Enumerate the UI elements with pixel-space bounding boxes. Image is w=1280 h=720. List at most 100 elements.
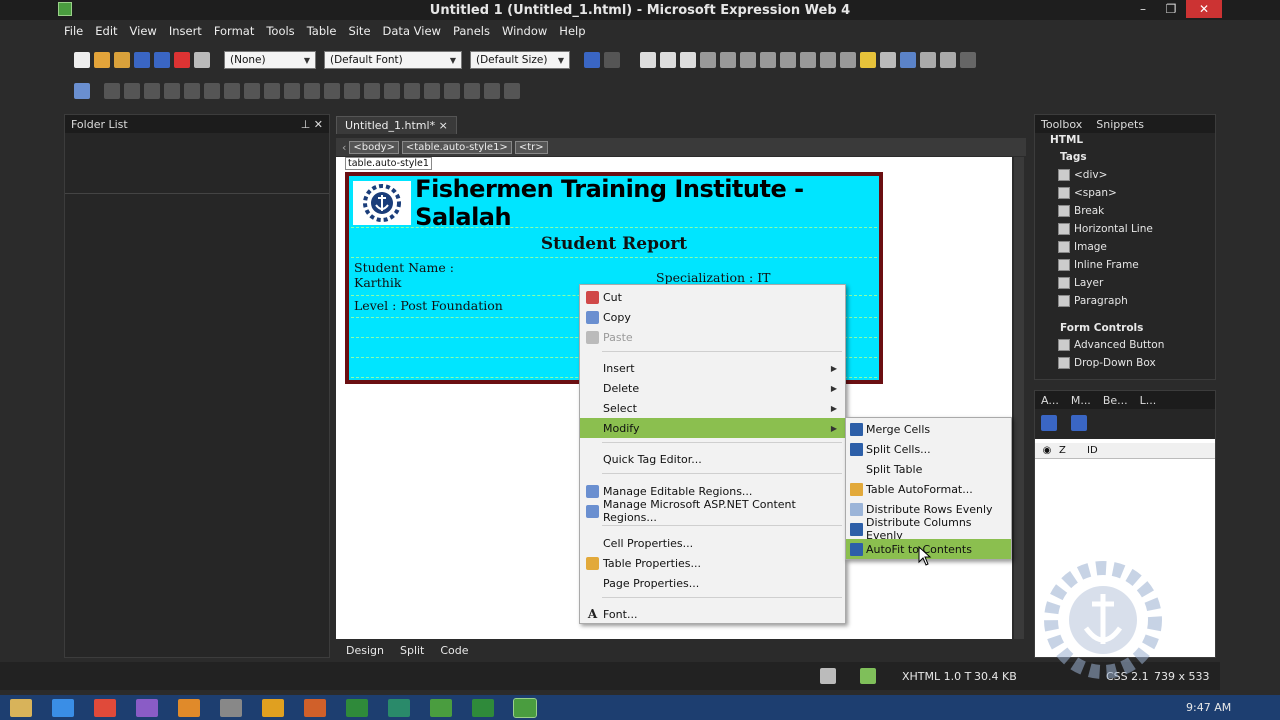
excel-icon[interactable] [472, 698, 494, 717]
toolbox-item-layer[interactable]: Layer [1058, 274, 1218, 292]
submenu-distribute-columns[interactable]: Distribute Columns Evenly [846, 516, 1011, 542]
column-z[interactable]: Z [1059, 445, 1087, 456]
crumb-tr[interactable]: <tr> [514, 140, 548, 154]
align-left-icon[interactable] [700, 52, 716, 68]
style-combo[interactable]: (None) ▼ [224, 51, 316, 69]
column-id[interactable]: ID [1087, 445, 1098, 456]
restore-icon[interactable]: ❐ [1158, 0, 1184, 18]
close-icon[interactable]: ✕ [1186, 0, 1222, 18]
size-combo[interactable]: (Default Size) ▼ [470, 51, 570, 69]
panel-splitter[interactable] [65, 193, 329, 194]
menu-item-cut[interactable]: Cut [580, 287, 845, 307]
publisher-icon[interactable] [388, 698, 410, 717]
close-icon[interactable]: × [439, 119, 448, 132]
layers-icon[interactable] [920, 52, 936, 68]
menu-insert[interactable]: Insert [163, 24, 208, 38]
excel-icon[interactable] [346, 698, 368, 717]
menu-item-paste[interactable]: Paste [580, 327, 845, 347]
menu-format[interactable]: Format [208, 24, 261, 38]
media-player-icon[interactable] [262, 698, 284, 717]
toolbox-item-advanced-button[interactable]: Advanced Button [1058, 336, 1218, 354]
menu-item-select[interactable]: Select ▶ [580, 398, 845, 418]
preview-icon[interactable] [194, 52, 210, 68]
insert-layer-icon[interactable] [1041, 415, 1057, 431]
save-icon[interactable] [134, 52, 150, 68]
undo-icon[interactable] [584, 52, 600, 68]
vlc-icon[interactable] [178, 698, 200, 717]
image-tool-icon[interactable] [244, 83, 260, 99]
image-tool-icon[interactable] [304, 83, 320, 99]
menu-edit[interactable]: Edit [89, 24, 123, 38]
submenu-split-table[interactable]: Split Table [846, 459, 1011, 479]
menu-file[interactable]: File [58, 24, 89, 38]
compatibility-icon[interactable] [860, 668, 876, 684]
submenu-split-cells[interactable]: Split Cells... [846, 439, 1011, 459]
tab-manage-styles[interactable]: M... [1071, 394, 1091, 407]
toolbox-item-break[interactable]: Break [1058, 202, 1218, 220]
toolbox-item-image[interactable]: Image [1058, 238, 1218, 256]
insert-table-icon[interactable] [900, 52, 916, 68]
toolbox-tags-heading[interactable]: Tags [1060, 151, 1087, 163]
visual-aids-icon[interactable] [820, 668, 836, 684]
tab-toolbox[interactable]: Toolbox [1041, 118, 1082, 131]
image-tool-icon[interactable] [344, 83, 360, 99]
vertical-scrollbar[interactable] [1014, 157, 1024, 639]
tab-code[interactable]: Code [440, 644, 468, 657]
indent-icon[interactable] [800, 52, 816, 68]
image-tools-icon[interactable] [960, 52, 976, 68]
menu-panels[interactable]: Panels [447, 24, 496, 38]
image-tool-icon[interactable] [104, 83, 120, 99]
image-tool-icon[interactable] [404, 83, 420, 99]
menu-item-page-properties[interactable]: Page Properties... [580, 573, 845, 593]
eye-icon[interactable]: ◉ [1035, 445, 1059, 456]
image-tool-icon[interactable] [464, 83, 480, 99]
sharepoint-icon[interactable] [174, 52, 190, 68]
menu-item-delete[interactable]: Delete ▶ [580, 378, 845, 398]
chrome-icon[interactable] [94, 698, 116, 717]
pin-icon[interactable]: ⊥ ✕ [301, 118, 323, 131]
menu-window[interactable]: Window [496, 24, 553, 38]
menu-site[interactable]: Site [342, 24, 376, 38]
toolbox-item-drop-down-box[interactable]: Drop-Down Box [1058, 354, 1218, 372]
powerpoint-icon[interactable] [304, 698, 326, 717]
tab-snippets[interactable]: Snippets [1096, 118, 1144, 131]
menu-table[interactable]: Table [301, 24, 343, 38]
image-tool-icon[interactable] [204, 83, 220, 99]
draw-layer-icon[interactable] [1071, 415, 1087, 431]
bold-icon[interactable] [640, 52, 656, 68]
toolbox-item-inline-frame[interactable]: Inline Frame [1058, 256, 1218, 274]
font-combo[interactable]: (Default Font) ▼ [324, 51, 462, 69]
menu-item-table-properties[interactable]: Table Properties... [580, 553, 845, 573]
image-tool-icon[interactable] [124, 83, 140, 99]
menu-view[interactable]: View [124, 24, 163, 38]
image-tool-icon[interactable] [504, 83, 520, 99]
image-tool-icon[interactable] [444, 83, 460, 99]
menu-item-cell-properties[interactable]: Cell Properties... [580, 533, 845, 553]
submenu-table-autoformat[interactable]: Table AutoFormat... [846, 479, 1011, 499]
menu-tools[interactable]: Tools [260, 24, 300, 38]
toolbox-item-paragraph[interactable]: Paragraph [1058, 292, 1218, 310]
image-tool-icon[interactable] [424, 83, 440, 99]
insert-picture-icon[interactable] [74, 83, 90, 99]
expression-web-active-icon[interactable] [513, 697, 537, 718]
submenu-merge-cells[interactable]: Merge Cells [846, 419, 1011, 439]
menu-item-copy[interactable]: Copy [580, 307, 845, 327]
internet-explorer-icon[interactable] [52, 698, 74, 717]
image-tool-icon[interactable] [284, 83, 300, 99]
menu-item-modify[interactable]: Modify ▶ [580, 418, 845, 438]
borders-icon[interactable] [840, 52, 856, 68]
tab-apply-styles[interactable]: A... [1041, 394, 1059, 407]
image-tool-icon[interactable] [144, 83, 160, 99]
redo-icon[interactable] [604, 52, 620, 68]
menu-help[interactable]: Help [553, 24, 591, 38]
open-icon[interactable] [114, 52, 130, 68]
logo-image[interactable] [353, 180, 412, 225]
clock[interactable]: 9:47 AM [1186, 701, 1231, 714]
tab-layers[interactable]: L... [1140, 394, 1157, 407]
outdent-icon[interactable] [820, 52, 836, 68]
toolbox-item-horizontal-line[interactable]: Horizontal Line [1058, 220, 1218, 238]
menu-item-insert[interactable]: Insert ▶ [580, 358, 845, 378]
menu-item-manage-aspnet-regions[interactable]: Manage Microsoft ASP.NET Content Regions… [580, 498, 845, 524]
image-tool-icon[interactable] [364, 83, 380, 99]
crumb-table[interactable]: <table.auto-style1> [401, 140, 512, 154]
